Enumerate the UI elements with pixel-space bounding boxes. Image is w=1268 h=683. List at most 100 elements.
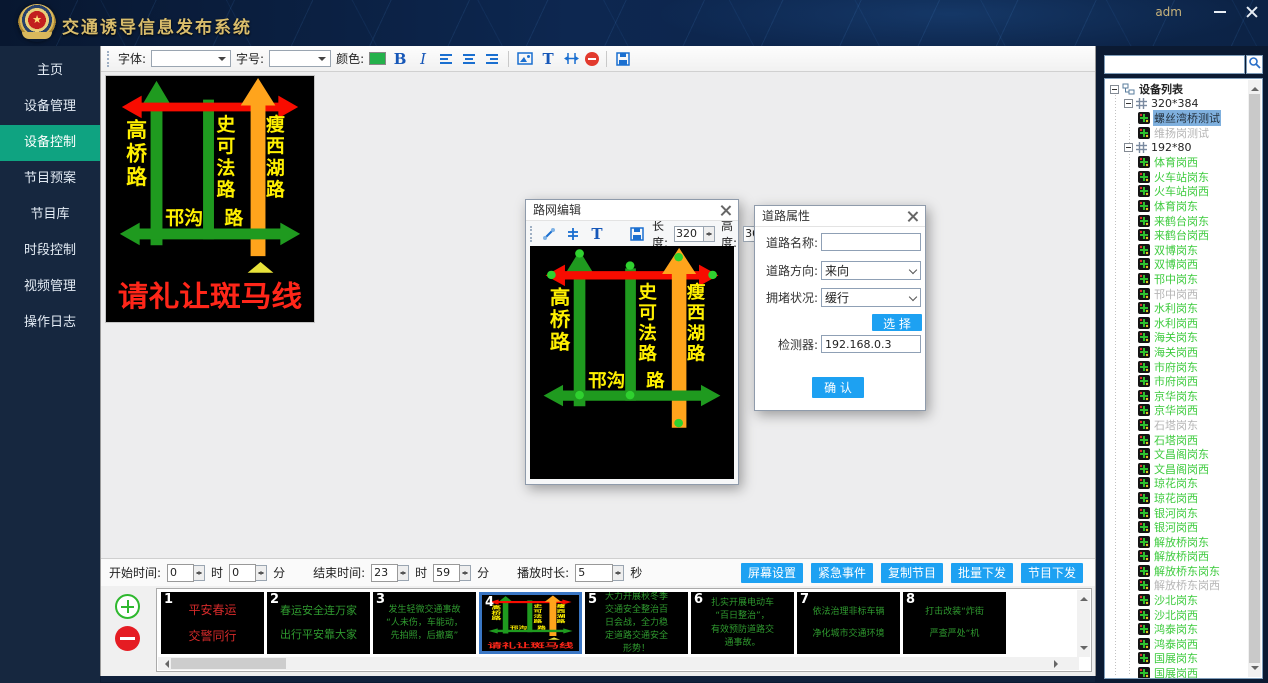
scrollbar-thumb[interactable] — [171, 658, 286, 669]
tree-device-双博岗西[interactable]: 双博岗西 — [1107, 257, 1248, 272]
tree-device-维扬岗测试[interactable]: 维扬岗测试 — [1107, 126, 1248, 141]
tree-device-文昌阁岗东[interactable]: 文昌阁岗东 — [1107, 447, 1248, 462]
end-hour-input[interactable] — [371, 564, 398, 582]
stop-icon[interactable] — [585, 52, 599, 66]
tree-device-海关岗东[interactable]: 海关岗东 — [1107, 330, 1248, 345]
sidebar-item-4[interactable]: 节目预案 — [0, 161, 100, 197]
start-minute-input[interactable] — [229, 564, 256, 582]
text-tool-button[interactable]: T — [588, 225, 606, 243]
tree-device-解放桥岗西[interactable]: 解放桥岗西 — [1107, 549, 1248, 564]
playlist-horizontal-scrollbar[interactable] — [158, 657, 1079, 670]
spinner-arrows[interactable] — [256, 565, 267, 581]
playlist-vertical-scrollbar[interactable] — [1077, 590, 1090, 657]
collapse-icon[interactable] — [1124, 99, 1133, 108]
color-swatch[interactable] — [369, 52, 386, 65]
save-icon[interactable] — [628, 225, 646, 243]
start-hour-input[interactable] — [167, 564, 194, 582]
road-name-input[interactable] — [821, 233, 921, 251]
playlist-item-8[interactable]: 打击改装“炸街严查严处“机8 — [903, 592, 1006, 654]
remove-program-button[interactable] — [115, 626, 140, 651]
sidebar-item-2[interactable]: 设备管理 — [0, 89, 100, 125]
tree-device-火车站岗东[interactable]: 火车站岗东 — [1107, 170, 1248, 185]
tree-device-市府岗西[interactable]: 市府岗西 — [1107, 374, 1248, 389]
save-icon[interactable] — [614, 50, 632, 68]
tree-device-螺丝湾桥测试[interactable]: 螺丝湾桥测试 — [1107, 111, 1248, 126]
scroll-up-icon[interactable] — [1251, 83, 1259, 91]
add-program-button[interactable] — [115, 594, 140, 619]
scroll-down-icon[interactable] — [1251, 666, 1259, 674]
tree-device-体育岗东[interactable]: 体育岗东 — [1107, 199, 1248, 214]
scroll-left-icon[interactable] — [161, 660, 169, 668]
spinner-arrows[interactable] — [704, 226, 715, 242]
align-left-icon[interactable] — [437, 50, 455, 68]
tree-device-石塔岗东[interactable]: 石塔岗东 — [1107, 418, 1248, 433]
tree-device-鸿泰岗西[interactable]: 鸿泰岗西 — [1107, 637, 1248, 652]
playlist-item-2[interactable]: 春运安全连万家出行平安靠大家2 — [267, 592, 370, 654]
minimize-button[interactable] — [1212, 4, 1228, 20]
font-family-select[interactable] — [151, 50, 231, 67]
playlist-item-1[interactable]: 平安春运交警同行1 — [161, 592, 264, 654]
tree-device-邗中岗东[interactable]: 邗中岗东 — [1107, 272, 1248, 287]
bold-button[interactable]: B — [391, 50, 409, 68]
tree-device-国展岗西[interactable]: 国展岗西 — [1107, 666, 1248, 679]
close-icon[interactable] — [906, 210, 919, 223]
align-center-icon[interactable] — [460, 50, 478, 68]
select-detector-button[interactable]: 选 择 — [872, 314, 922, 331]
sidebar-item-6[interactable]: 时段控制 — [0, 233, 100, 269]
length-input[interactable] — [674, 226, 704, 242]
scroll-down-icon[interactable] — [1080, 646, 1088, 654]
confirm-button[interactable]: 确 认 — [812, 377, 864, 398]
sidebar-item-3[interactable]: 设备控制 — [0, 125, 100, 161]
playlist-item-5[interactable]: 大力开展秋冬季交通安全整治百日会战，全力稳定道路交通安全形势！5 — [585, 592, 688, 654]
tree-device-琼花岗西[interactable]: 琼花岗西 — [1107, 491, 1248, 506]
tree-device-琼花岗东[interactable]: 琼花岗东 — [1107, 476, 1248, 491]
road-network-icon[interactable] — [562, 50, 580, 68]
spinner-arrows[interactable] — [398, 565, 409, 581]
close-icon[interactable] — [719, 204, 732, 217]
spinner-arrows[interactable] — [460, 565, 471, 581]
scroll-right-icon[interactable] — [1054, 660, 1062, 668]
detector-input[interactable] — [821, 335, 921, 353]
action-button-1[interactable]: 屏幕设置 — [741, 563, 803, 583]
tree-device-来鹤台岗西[interactable]: 来鹤台岗西 — [1107, 228, 1248, 243]
tree-device-京华岗西[interactable]: 京华岗西 — [1107, 403, 1248, 418]
collapse-icon[interactable] — [1110, 85, 1119, 94]
sidebar-item-8[interactable]: 操作日志 — [0, 305, 100, 341]
draw-line-icon[interactable] — [540, 225, 558, 243]
align-right-icon[interactable] — [483, 50, 501, 68]
action-button-5[interactable]: 节目下发 — [1021, 563, 1083, 583]
playlist-item-4[interactable]: 高桥路史可法路瘦西湖路邗沟路请礼让斑马线4 — [479, 592, 582, 654]
congestion-select[interactable]: 缓行 — [821, 288, 921, 307]
spinner-arrows[interactable] — [194, 565, 205, 581]
spinner-arrows[interactable] — [613, 565, 624, 581]
tree-device-水利岗西[interactable]: 水利岗西 — [1107, 316, 1248, 331]
scroll-up-icon[interactable] — [1080, 593, 1088, 601]
tree-group-192*80[interactable]: 192*80 — [1107, 140, 1248, 155]
playlist-item-6[interactable]: 扎实开展电动车“百日整治”，有效预防道路交通事故。6 — [691, 592, 794, 654]
action-button-4[interactable]: 批量下发 — [951, 563, 1013, 583]
search-button[interactable] — [1246, 55, 1263, 74]
editor-canvas[interactable]: 高桥路史可法路瘦西湖路邗沟路请礼让斑马线 路网编辑 T 长度: — [101, 72, 1095, 558]
tree-device-双博岗东[interactable]: 双博岗东 — [1107, 243, 1248, 258]
tree-device-市府岗东[interactable]: 市府岗东 — [1107, 359, 1248, 374]
tree-device-银河岗西[interactable]: 银河岗西 — [1107, 520, 1248, 535]
action-button-3[interactable]: 复制节目 — [881, 563, 943, 583]
tree-device-银河岗东[interactable]: 银河岗东 — [1107, 505, 1248, 520]
tree-device-解放桥岗东[interactable]: 解放桥岗东 — [1107, 534, 1248, 549]
tree-device-石塔岗西[interactable]: 石塔岗西 — [1107, 432, 1248, 447]
sign-preview[interactable]: 高桥路史可法路瘦西湖路邗沟路请礼让斑马线 — [105, 75, 315, 323]
device-search-input[interactable] — [1104, 55, 1245, 74]
playlist-item-3[interactable]: 发生轻微交通事故“人未伤，车能动，先拍照，后撤离”3 — [373, 592, 476, 654]
tree-device-国展岗东[interactable]: 国展岗东 — [1107, 651, 1248, 666]
tree-device-文昌阁岗西[interactable]: 文昌阁岗西 — [1107, 461, 1248, 476]
sidebar-item-5[interactable]: 节目库 — [0, 197, 100, 233]
insert-image-icon[interactable] — [516, 50, 534, 68]
text-tool-button[interactable]: T — [539, 50, 557, 68]
tree-device-体育岗西[interactable]: 体育岗西 — [1107, 155, 1248, 170]
action-button-2[interactable]: 紧急事件 — [811, 563, 873, 583]
font-size-select[interactable] — [269, 50, 331, 67]
tree-device-火车站岗西[interactable]: 火车站岗西 — [1107, 184, 1248, 199]
sidebar-item-7[interactable]: 视频管理 — [0, 269, 100, 305]
tree-device-京华岗东[interactable]: 京华岗东 — [1107, 388, 1248, 403]
tree-device-沙北岗西[interactable]: 沙北岗西 — [1107, 607, 1248, 622]
